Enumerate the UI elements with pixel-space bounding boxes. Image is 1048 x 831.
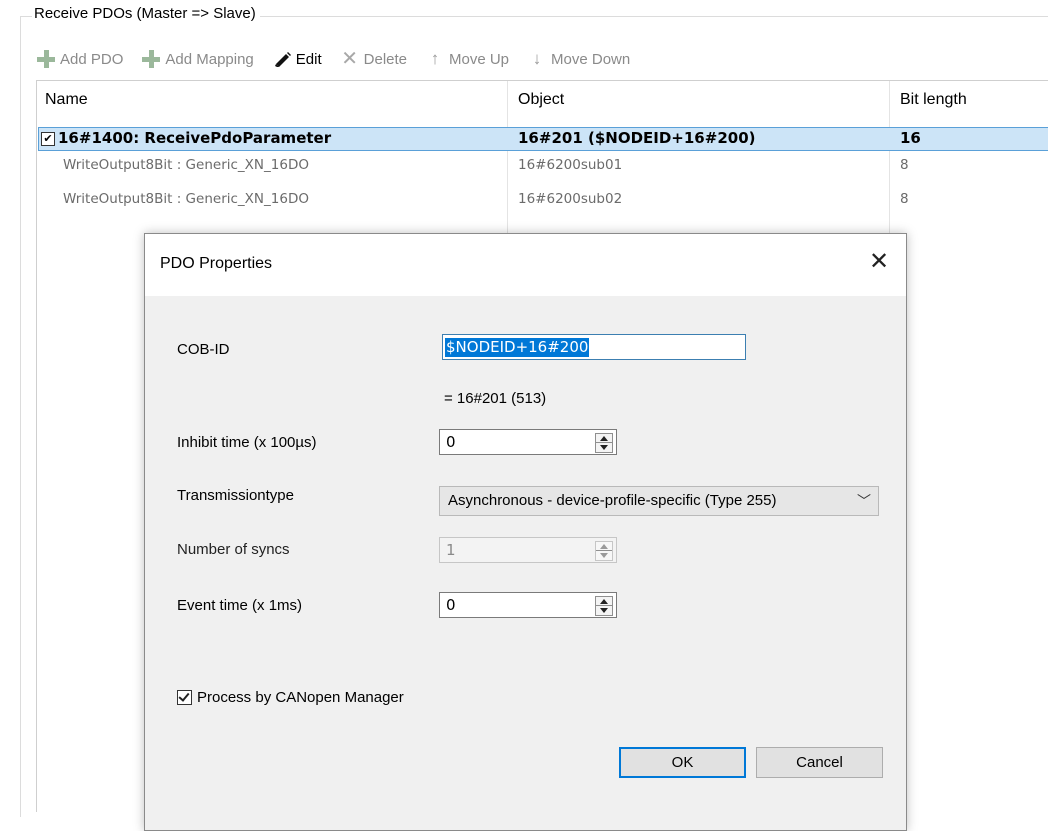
delete-button[interactable]: ✕ Delete xyxy=(340,49,407,69)
transmission-type-value: Asynchronous - device-profile-specific (… xyxy=(448,492,777,509)
close-icon[interactable]: ✕ xyxy=(864,247,894,277)
table-row[interactable]: WriteOutput8Bit : Generic_XN_16DO 16#620… xyxy=(37,188,1048,212)
edit-button[interactable]: Edit xyxy=(272,49,322,69)
add-mapping-label: Add Mapping xyxy=(165,50,254,68)
row-name: 16#1400: ReceivePdoParameter xyxy=(58,129,332,147)
row-name: WriteOutput8Bit : Generic_XN_16DO xyxy=(63,191,309,207)
cancel-button[interactable]: Cancel xyxy=(756,747,883,778)
event-time-spinner[interactable]: 0 xyxy=(439,592,617,618)
ok-button[interactable]: OK xyxy=(619,747,746,778)
row-name: WriteOutput8Bit : Generic_XN_16DO xyxy=(63,157,309,173)
row-bit-length: 16 xyxy=(900,129,921,147)
pencil-icon xyxy=(272,49,292,69)
event-time-value: 0 xyxy=(446,596,456,614)
row-bit-length: 8 xyxy=(900,191,909,207)
inhibit-time-spinner[interactable]: 0 xyxy=(439,429,617,455)
inhibit-time-label: Inhibit time (x 100µs) xyxy=(177,434,317,451)
plus-icon xyxy=(36,49,56,69)
column-header-name[interactable]: Name xyxy=(45,91,88,109)
process-by-canopen-manager-checkbox[interactable]: Process by CANopen Manager xyxy=(177,689,404,706)
row-bit-length: 8 xyxy=(900,157,909,173)
table-row[interactable]: WriteOutput8Bit : Generic_XN_16DO 16#620… xyxy=(37,154,1048,178)
inhibit-time-value: 0 xyxy=(446,433,456,451)
spin-arrows-icon[interactable] xyxy=(595,433,613,453)
move-down-label: Move Down xyxy=(551,50,631,68)
chevron-down-icon: ﹀ xyxy=(857,493,871,509)
spin-arrows-icon[interactable] xyxy=(595,596,613,616)
add-pdo-button[interactable]: Add PDO xyxy=(36,49,123,69)
event-time-label: Event time (x 1ms) xyxy=(177,597,303,614)
arrow-up-icon: ↑ xyxy=(430,49,440,68)
row-object: 16#6200sub01 xyxy=(518,157,623,173)
cob-id-computed-value: = 16#201 (513) xyxy=(444,390,547,407)
transmission-type-label: Transmissiontype xyxy=(177,487,294,504)
move-down-button[interactable]: ↓ Move Down xyxy=(527,49,630,69)
cob-id-label: COB-ID xyxy=(177,341,230,358)
column-header-object[interactable]: Object xyxy=(518,91,564,109)
add-pdo-label: Add PDO xyxy=(60,50,124,68)
row-object: 16#201 ($NODEID+16#200) xyxy=(518,129,756,147)
row-object: 16#6200sub02 xyxy=(518,191,623,207)
table-row-selected[interactable]: ✔ 16#1400: ReceivePdoParameter 16#201 ($… xyxy=(38,127,1048,151)
dialog-title: PDO Properties xyxy=(160,255,273,272)
move-up-label: Move Up xyxy=(449,50,510,68)
checkbox-checked-icon[interactable] xyxy=(177,690,192,705)
number-of-syncs-value: 1 xyxy=(446,541,456,559)
delete-label: Delete xyxy=(363,50,407,68)
number-of-syncs-spinner: 1 xyxy=(439,537,617,563)
x-icon: ✕ xyxy=(341,48,359,70)
group-title: Receive PDOs (Master => Slave) xyxy=(32,5,260,22)
spin-arrows-icon xyxy=(595,541,613,561)
transmission-type-select[interactable]: Asynchronous - device-profile-specific (… xyxy=(439,486,879,516)
pdo-properties-dialog: PDO Properties ✕ COB-ID $NODEID+16#200 =… xyxy=(144,233,907,831)
dialog-titlebar[interactable]: PDO Properties ✕ xyxy=(145,234,906,296)
arrow-down-icon: ↓ xyxy=(532,49,542,68)
cob-id-selected-text: $NODEID+16#200 xyxy=(445,338,590,357)
plus-icon xyxy=(141,49,161,69)
add-mapping-button[interactable]: Add Mapping xyxy=(141,49,254,69)
cob-id-input[interactable]: $NODEID+16#200 xyxy=(442,334,746,360)
edit-label: Edit xyxy=(295,50,322,68)
number-of-syncs-label: Number of syncs xyxy=(177,541,290,558)
row-checkbox[interactable]: ✔ xyxy=(41,132,55,146)
pdo-toolbar: Add PDO Add Mapping Edit ✕ Delete ↑ Move… xyxy=(36,45,648,73)
column-header-bit-length[interactable]: Bit length xyxy=(900,91,967,109)
move-up-button[interactable]: ↑ Move Up xyxy=(425,49,509,69)
process-by-canopen-manager-label: Process by CANopen Manager xyxy=(197,689,404,706)
